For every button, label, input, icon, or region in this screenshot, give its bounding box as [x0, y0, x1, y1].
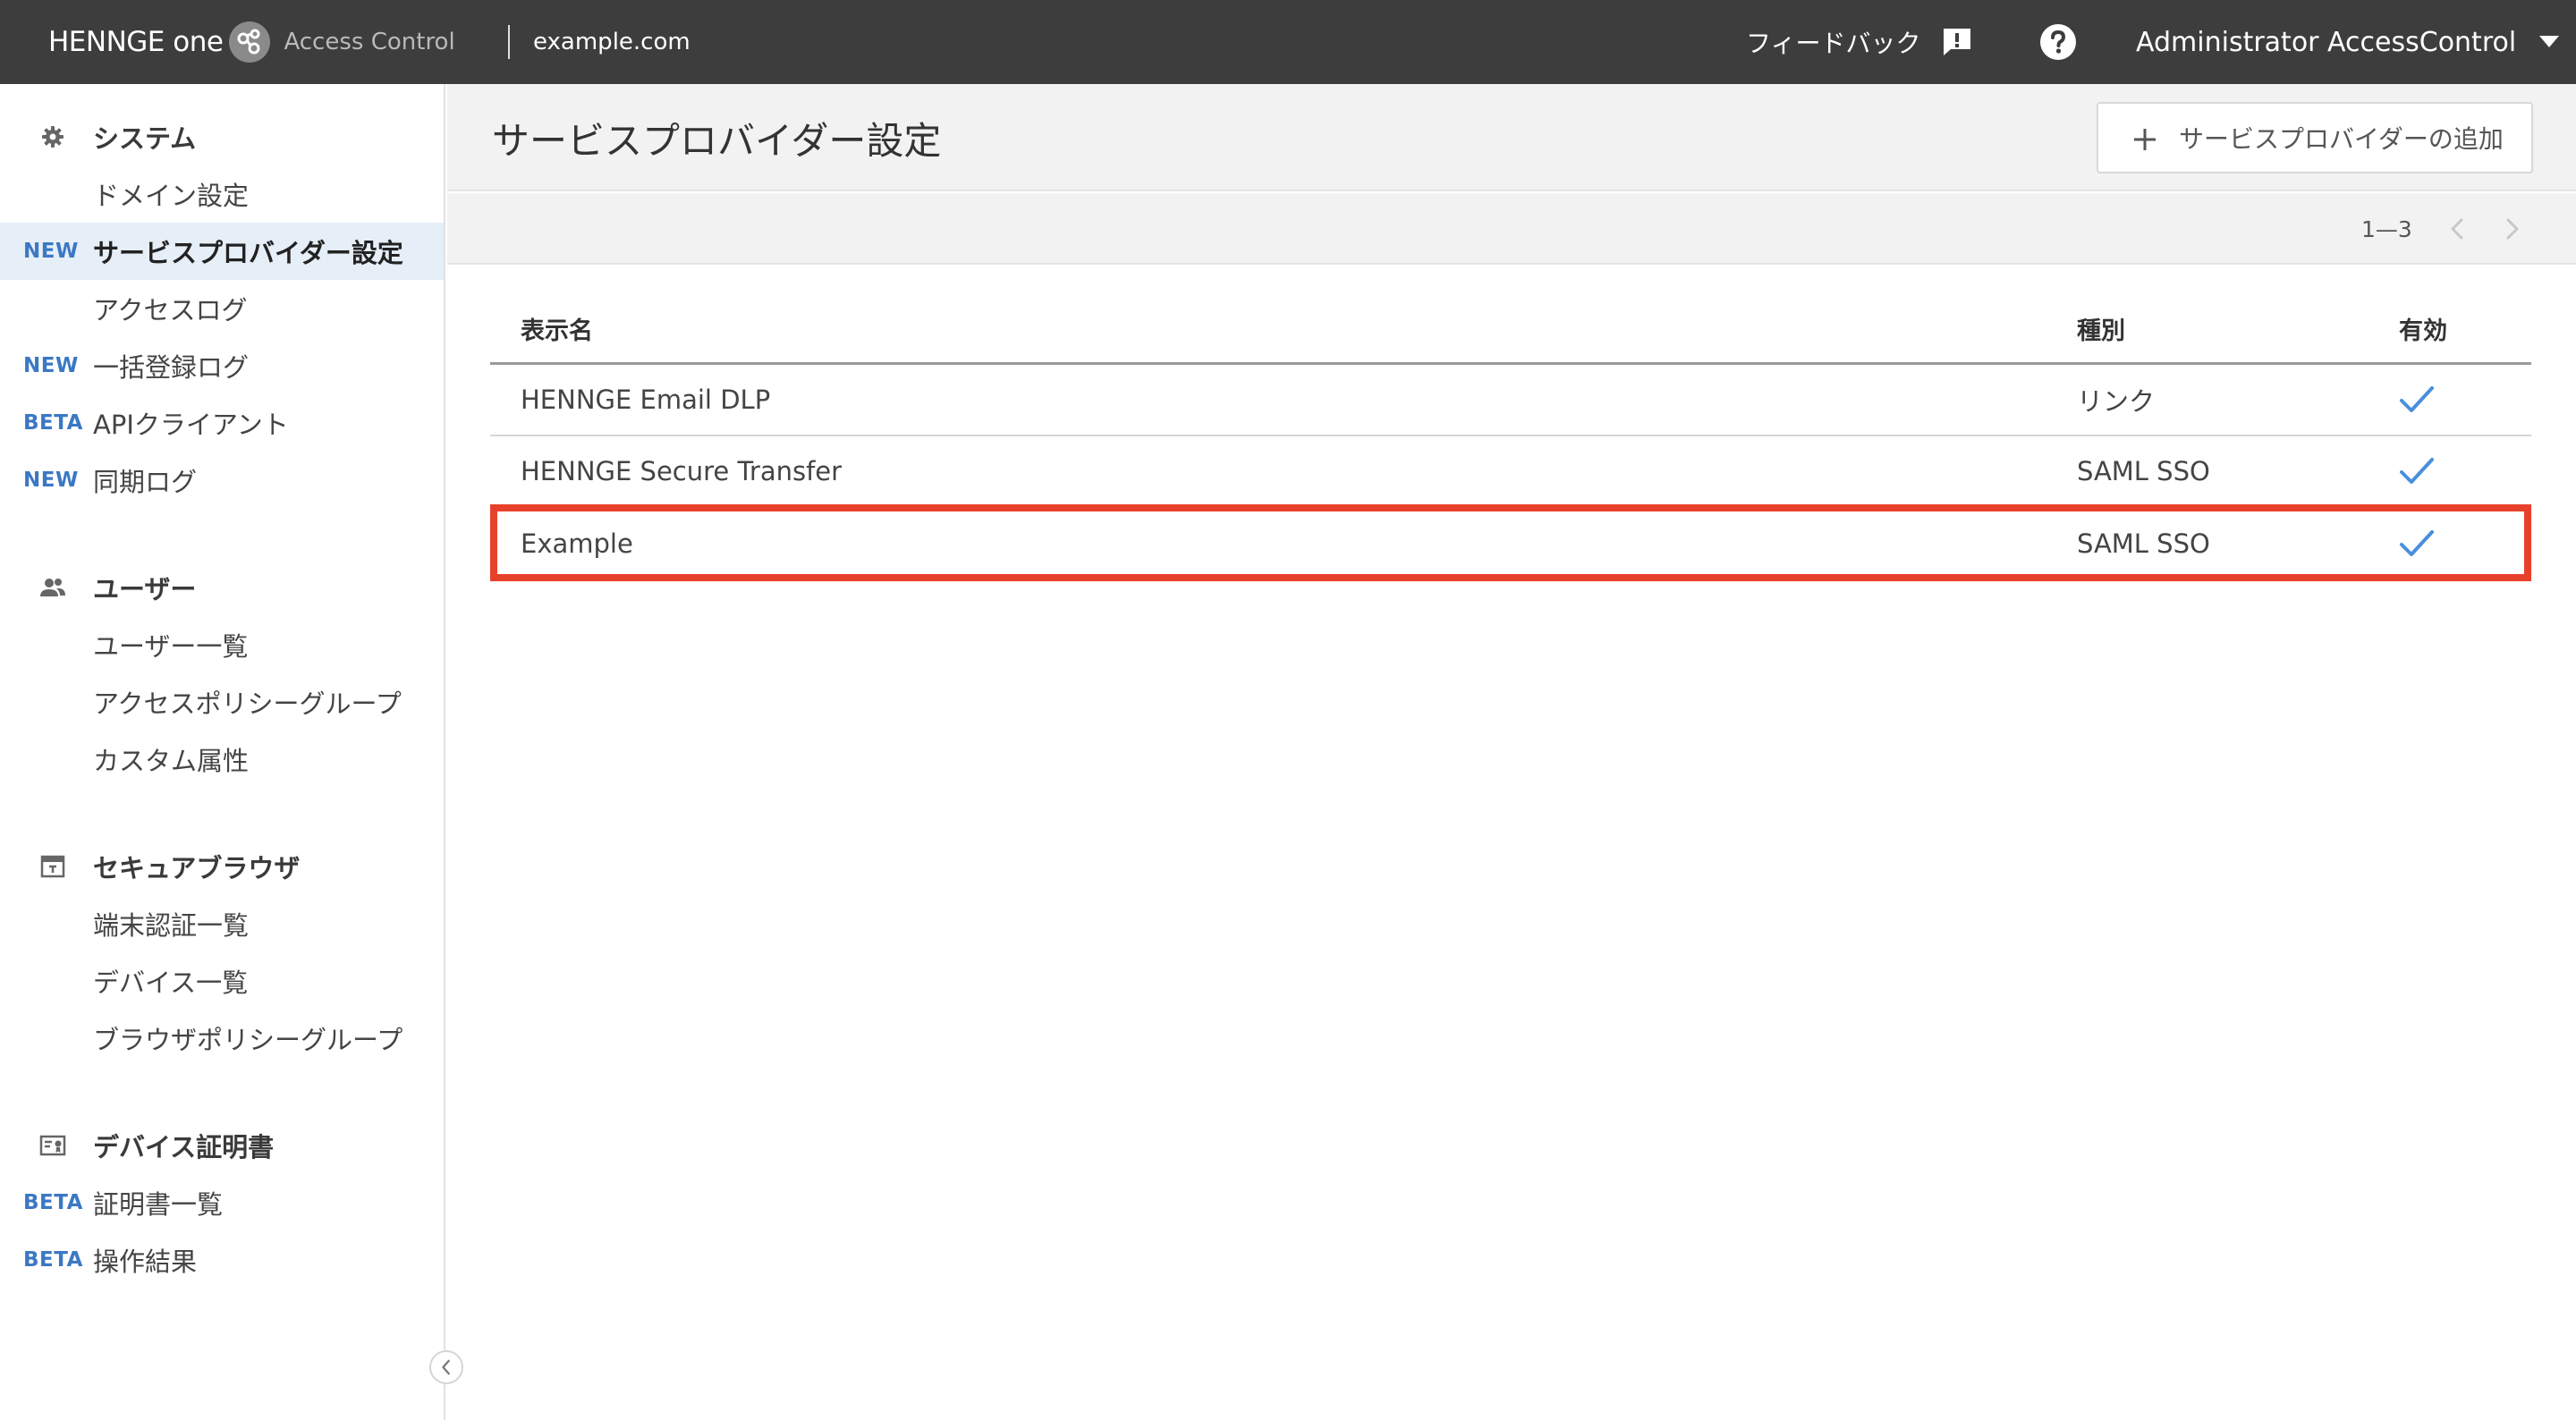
sidebar-section-title: セキュアブラウザ [93, 853, 301, 883]
column-header-type[interactable]: 種別 [2077, 295, 2125, 362]
row-display-name: HENNGE Secure Transfer [521, 456, 843, 486]
sidebar-item-terminal-auth-list[interactable]: 端末認証一覧 [0, 895, 444, 952]
sidebar-item-label: ドメイン設定 [93, 181, 250, 211]
row-type: SAML SSO [2077, 528, 2210, 559]
feedback-button[interactable]: フィードバック [1746, 0, 1974, 84]
pagination-range: 1—3 [2361, 216, 2412, 242]
table-row[interactable]: Example SAML SSO [490, 508, 2531, 579]
row-display-name: HENNGE Email DLP [521, 385, 771, 415]
sidebar-section-secure-browser: セキュアブラウザ [0, 838, 444, 895]
henngeone-logo-icon [229, 21, 271, 63]
sidebar-item-label: デバイス一覧 [93, 968, 249, 998]
sidebar-section-users: ユーザー [0, 559, 444, 616]
sidebar-item-label: アクセスポリシーグループ [93, 689, 402, 719]
browser-icon [40, 855, 65, 878]
table-row[interactable]: HENNGE Email DLP リンク [490, 365, 2531, 436]
brand-name: HENNGE one [48, 26, 224, 58]
sidebar-section-title: デバイス証明書 [93, 1132, 275, 1162]
sidebar-section-title: システム [93, 123, 197, 154]
chevron-left-icon [442, 1359, 450, 1375]
sidebar-item-label: 同期ログ [93, 467, 198, 497]
sidebar-item-device-list[interactable]: デバイス一覧 [0, 952, 444, 1010]
sidebar-item-label: ユーザー一覧 [93, 631, 249, 662]
user-name: Administrator AccessControl [2136, 26, 2517, 58]
sidebar-item-label: サービスプロバイダー設定 [93, 238, 403, 268]
sidebar: システム ドメイン設定 NEW サービスプロバイダー設定 アクセスログ NEW … [0, 84, 445, 1420]
enabled-check-icon [2399, 365, 2435, 435]
sidebar-item-label: 一括登録ログ [93, 352, 250, 383]
table-row[interactable]: HENNGE Secure Transfer SAML SSO [490, 436, 2531, 508]
nav-badge: BETA [23, 1248, 83, 1272]
sidebar-item-browser-policy-groups[interactable]: ブラウザポリシーグループ [0, 1010, 444, 1067]
table-header: 表示名 種別 有効 [490, 295, 2531, 365]
top-bar: HENNGE one Access Control example.com フィ… [0, 0, 2576, 84]
feedback-icon [1944, 29, 1971, 55]
page-title: サービスプロバイダー設定 [492, 118, 942, 163]
add-button-label: サービスプロバイダーの追加 [2179, 124, 2504, 154]
sidebar-item-custom-attributes[interactable]: カスタム属性 [0, 731, 444, 788]
sidebar-section-title: ユーザー [93, 574, 197, 604]
column-header-display-name[interactable]: 表示名 [521, 295, 593, 362]
sidebar-section-device-certificates: デバイス証明書 [0, 1117, 444, 1174]
row-display-name: Example [521, 528, 633, 559]
nav-badge: NEW [23, 354, 79, 377]
chevron-left-icon[interactable] [2442, 213, 2474, 245]
caret-down-icon [2539, 36, 2560, 47]
certificate-icon [39, 1135, 66, 1156]
nav-badge: NEW [23, 240, 79, 263]
page-header: サービスプロバイダー設定 サービスプロバイダーの追加 [447, 84, 2576, 191]
sidebar-item-label: アクセスログ [93, 295, 248, 325]
row-type: リンク [2077, 386, 2156, 417]
column-header-enabled[interactable]: 有効 [2399, 295, 2447, 362]
sidebar-collapse-button[interactable] [429, 1350, 463, 1384]
sidebar-item-label: APIクライアント [93, 410, 289, 440]
sidebar-item-domain-settings[interactable]: ドメイン設定 [0, 165, 444, 223]
pagination-bar: 1—3 [447, 193, 2576, 265]
sidebar-item-access-log[interactable]: アクセスログ [0, 280, 444, 337]
sidebar-item-label: 端末認証一覧 [93, 910, 250, 941]
sidebar-item-bulk-registration-log[interactable]: NEW 一括登録ログ [0, 337, 444, 394]
sidebar-section-system: システム [0, 108, 444, 165]
sidebar-item-sync-log[interactable]: NEW 同期ログ [0, 452, 444, 509]
gear-icon [42, 126, 64, 148]
sidebar-item-label: 証明書一覧 [93, 1189, 224, 1220]
product-name: Access Control [284, 29, 455, 55]
feedback-label: フィードバック [1746, 29, 1921, 58]
service-provider-table: 表示名 種別 有効 HENNGE Email DLP リンク HENNGE Se… [490, 295, 2531, 579]
nav-badge: NEW [23, 469, 79, 492]
plus-icon [2134, 129, 2156, 150]
nav-badge: BETA [23, 1191, 83, 1214]
sidebar-item-access-policy-groups[interactable]: アクセスポリシーグループ [0, 673, 444, 731]
domain-name: example.com [533, 29, 691, 55]
sidebar-item-operation-results[interactable]: BETA 操作結果 [0, 1231, 444, 1289]
sidebar-item-user-list[interactable]: ユーザー一覧 [0, 616, 444, 673]
sidebar-item-label: カスタム属性 [93, 746, 250, 776]
enabled-check-icon [2399, 436, 2435, 506]
sidebar-item-service-provider-settings[interactable]: NEW サービスプロバイダー設定 [0, 223, 444, 280]
sidebar-item-label: 操作結果 [93, 1247, 198, 1277]
sidebar-item-api-client[interactable]: BETA APIクライアント [0, 394, 444, 452]
brand-logo[interactable]: HENNGE one Access Control [48, 0, 455, 84]
users-icon [40, 579, 65, 596]
user-menu[interactable]: Administrator AccessControl [2136, 0, 2560, 84]
nav-badge: BETA [23, 411, 83, 435]
enabled-check-icon [2399, 508, 2435, 579]
sidebar-item-certificate-list[interactable]: BETA 証明書一覧 [0, 1174, 444, 1231]
row-type: SAML SSO [2077, 456, 2210, 486]
topbar-divider [508, 25, 510, 59]
help-icon[interactable] [2039, 23, 2077, 61]
chevron-right-icon[interactable] [2496, 213, 2528, 245]
sidebar-item-label: ブラウザポリシーグループ [93, 1025, 403, 1055]
add-service-provider-button[interactable]: サービスプロバイダーの追加 [2097, 102, 2533, 173]
